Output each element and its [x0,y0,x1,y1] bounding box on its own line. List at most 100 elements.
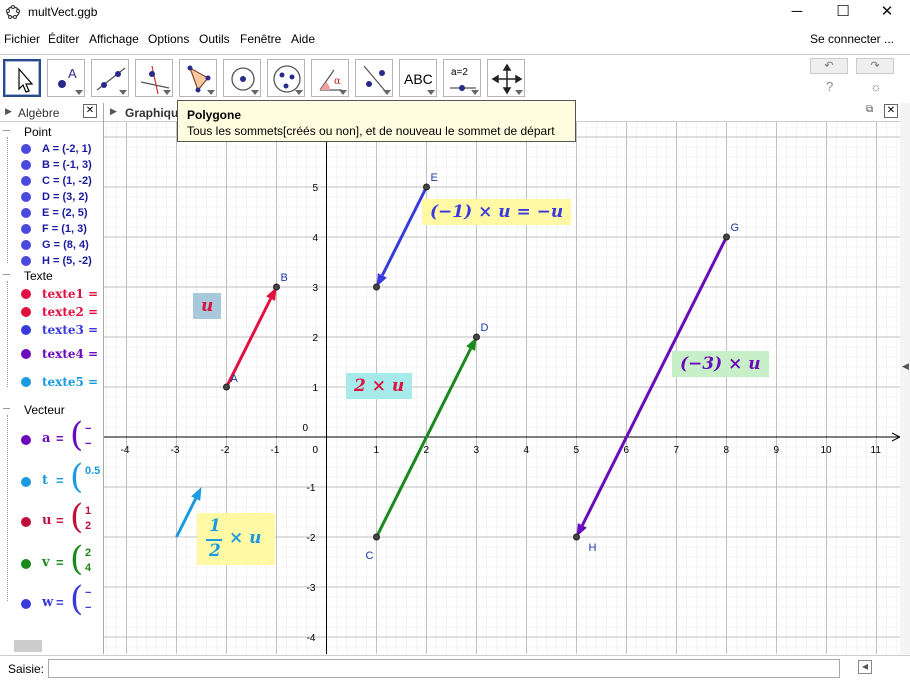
group-label-point[interactable]: Point [24,125,51,139]
algebra-point-item[interactable]: D = (3, 2) [42,191,88,203]
menu-options[interactable]: Options [148,32,189,46]
visibility-toggle-icon[interactable] [21,325,31,335]
expand-arrow-icon[interactable]: ◀ [902,361,909,372]
text-u-label[interactable]: u [193,293,222,319]
minimize-button[interactable]: ─ [774,0,820,26]
tree-collapse-icon[interactable] [3,130,10,131]
algebra-point-item[interactable]: A = (-2, 1) [42,143,91,155]
algebra-point-item[interactable]: G = (8, 4) [42,239,89,251]
algebra-point-item[interactable]: H = (5, -2) [42,255,92,267]
algebra-point-item[interactable]: C = (1, -2) [42,175,92,187]
move-view-tool[interactable] [487,59,525,97]
angle-tool[interactable]: α [311,59,349,97]
algebra-point-item[interactable]: B = (-1, 3) [42,159,92,171]
text-2u-label[interactable]: 2 × u [346,373,413,399]
menu-aide[interactable]: Aide [291,32,315,46]
close-button[interactable]: ✕ [864,0,910,26]
side-panel-toggle[interactable]: ◀ [900,103,910,654]
maximize-button[interactable]: ☐ [820,0,866,26]
tree-collapse-icon[interactable] [3,274,10,275]
redo-button[interactable]: ↷ [856,58,894,74]
login-link[interactable]: Se connecter ... [810,32,894,46]
visibility-toggle-icon[interactable] [21,208,31,218]
point-e[interactable] [423,183,430,191]
visibility-toggle-icon[interactable] [21,349,31,359]
collapse-arrow-icon[interactable]: ▶ [5,106,12,117]
point-a[interactable] [223,383,230,391]
close-graphics-icon[interactable]: ✕ [884,104,898,118]
text-u-label-text: u [201,296,214,316]
vector-half-u[interactable] [175,497,198,538]
visibility-toggle-icon[interactable] [21,477,31,487]
menu-outils[interactable]: Outils [199,32,230,46]
slider-tool[interactable]: a=2 [443,59,481,97]
visibility-toggle-icon[interactable] [21,240,31,250]
collapse-arrow-icon[interactable]: ▶ [110,106,117,117]
text-neg-u-label[interactable]: (−1) × u = −u [422,199,572,225]
group-label-vector[interactable]: Vecteur [24,403,65,417]
point-d[interactable] [473,333,480,341]
input-field[interactable] [48,659,840,678]
visibility-toggle-icon[interactable] [21,224,31,234]
visibility-toggle-icon[interactable] [21,192,31,202]
move-tool[interactable] [3,59,41,97]
algebra-text-item[interactable]: texte3 = [42,323,98,337]
close-algebra-icon[interactable]: ✕ [83,104,97,118]
circle-tool[interactable] [223,59,261,97]
vector-neg3u[interactable] [580,236,728,527]
x-tick-label: 2 [424,445,430,456]
ellipse-tool[interactable] [267,59,305,97]
help-icon[interactable]: ? [826,79,833,94]
keyboard-icon[interactable]: ◂ [858,660,872,674]
point-tool[interactable]: A [47,59,85,97]
group-label-text[interactable]: Texte [24,269,53,283]
algebra-vector-name[interactable]: a [42,431,50,446]
visibility-toggle-icon[interactable] [21,559,31,569]
tree-collapse-icon[interactable] [3,408,10,409]
algebra-vector-name[interactable]: w [42,595,53,610]
text-tool[interactable]: ABC [399,59,437,97]
visibility-toggle-icon[interactable] [21,176,31,186]
algebra-vector-name[interactable]: u [42,513,51,528]
fraction-numerator: 1 [209,516,221,536]
vector-neg-u[interactable] [380,186,428,277]
graph-canvas[interactable]: -4 -3 -2 -1 0 1 2 3 4 5 6 7 8 9 10 11543210-1-2-3-4ABCD… [104,103,900,654]
perpendicular-tool[interactable] [135,59,173,97]
visibility-toggle-icon[interactable] [21,377,31,387]
visibility-toggle-icon[interactable] [21,517,31,527]
algebra-vector-name[interactable]: t [42,473,48,488]
menu-fichier[interactable]: Fichier [4,32,40,46]
visibility-toggle-icon[interactable] [21,289,31,299]
point-h[interactable] [573,533,580,541]
algebra-text-item[interactable]: texte2 = [42,305,98,319]
graphics-view[interactable]: -4 -3 -2 -1 0 1 2 3 4 5 6 7 8 9 10 11 5 4 3 2 1 0 -1 -2 -3 -4 A B C D… [104,103,900,654]
visibility-toggle-icon[interactable] [21,435,31,445]
visibility-toggle-icon[interactable] [21,160,31,170]
undock-icon[interactable]: ⧉ [866,104,873,115]
point-c[interactable] [373,533,380,541]
menu-editer[interactable]: Éditer [48,32,79,46]
line-tool[interactable] [91,59,129,97]
point-b[interactable] [273,283,280,291]
text-half-u-label[interactable]: 1 2 × u [197,513,275,565]
horizontal-scrollbar[interactable] [14,640,42,652]
algebra-point-item[interactable]: E = (2, 5) [42,207,88,219]
algebra-text-item[interactable]: texte4 = [42,347,98,361]
point-g[interactable] [723,233,730,241]
algebra-point-item[interactable]: F = (1, 3) [42,223,87,235]
polygon-tool[interactable] [179,59,217,97]
reflect-tool[interactable] [355,59,393,97]
algebra-vector-name[interactable]: v [42,555,50,570]
settings-icon[interactable]: ☼ [870,79,882,94]
menu-affichage[interactable]: Affichage [89,32,139,46]
visibility-toggle-icon[interactable] [21,307,31,317]
point-f[interactable] [373,283,380,291]
visibility-toggle-icon[interactable] [21,144,31,154]
menu-fenetre[interactable]: Fenêtre [240,32,281,46]
algebra-text-item[interactable]: texte5 = [42,375,98,389]
visibility-toggle-icon[interactable] [21,256,31,266]
text-neg3u-label[interactable]: (−3) × u [672,351,769,377]
algebra-text-item[interactable]: texte1 = [42,287,98,301]
visibility-toggle-icon[interactable] [21,599,31,609]
undo-button[interactable]: ↶ [810,58,848,74]
